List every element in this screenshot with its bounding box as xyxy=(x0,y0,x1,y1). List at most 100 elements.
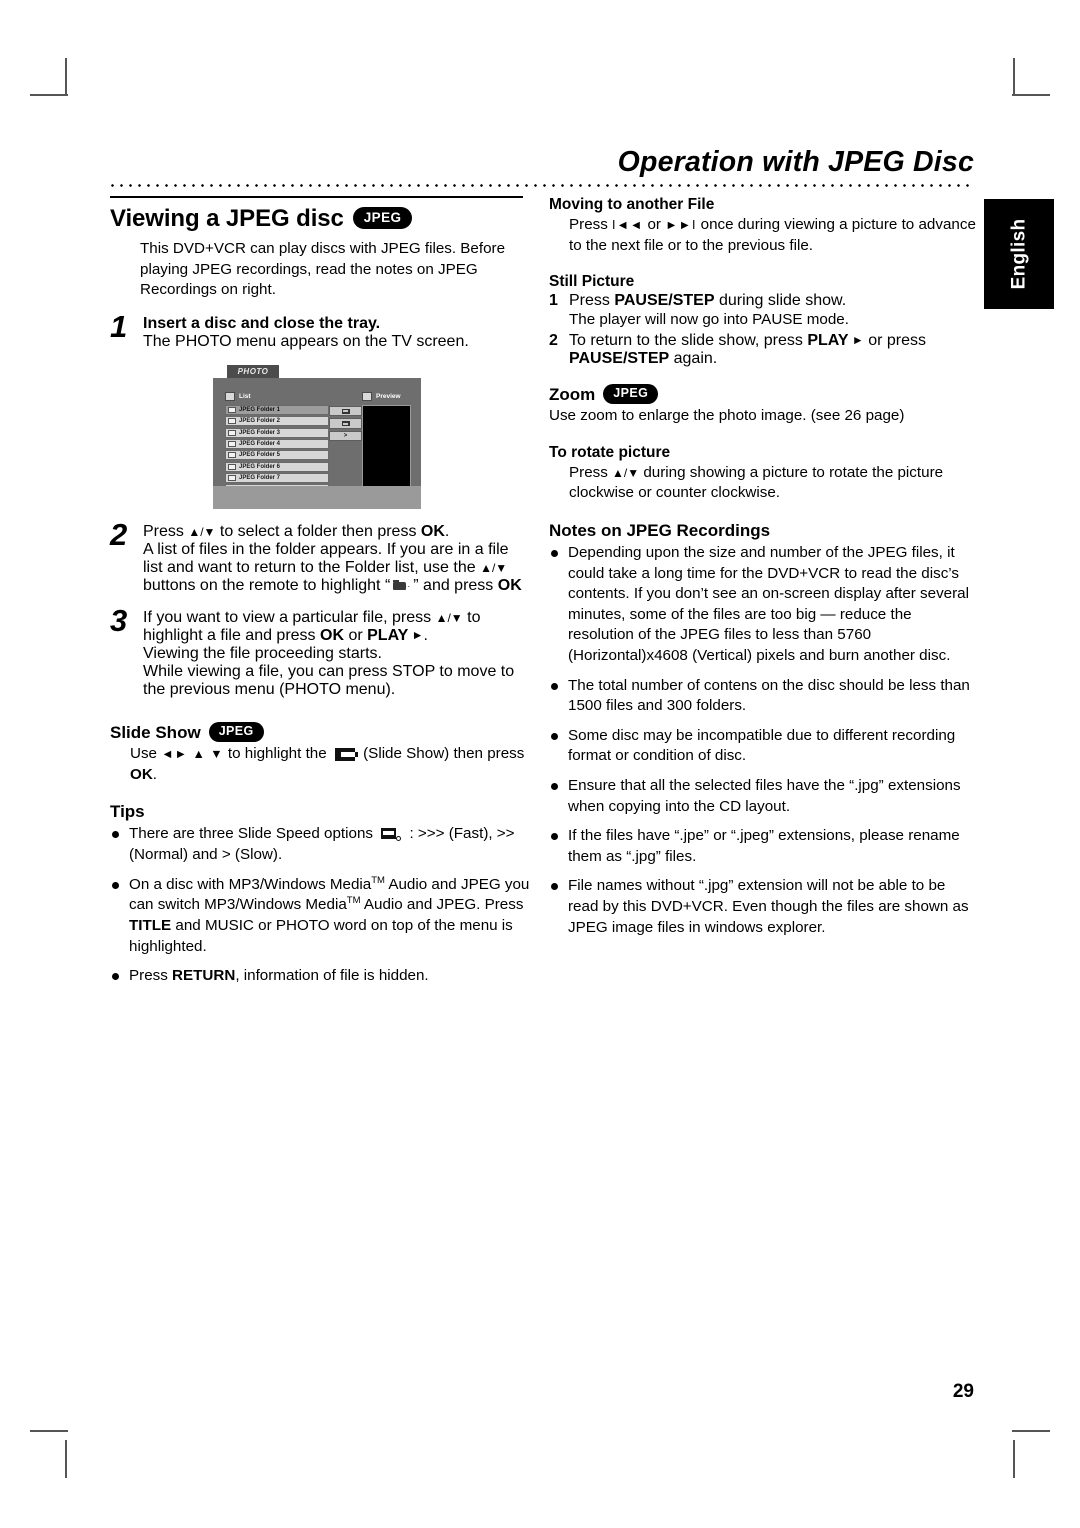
tips-list: There are three Slide Speed options : >>… xyxy=(110,824,530,986)
tip-item-2: On a disc with MP3/Windows MediaTM Audio… xyxy=(110,875,530,958)
rotate-title: To rotate picture xyxy=(549,443,671,461)
ok-key-4: OK xyxy=(130,765,153,783)
folder-icon xyxy=(228,441,236,447)
zoom-title: Zoom xyxy=(549,385,596,405)
section-title: Viewing a JPEG disc JPEG xyxy=(110,205,530,233)
slide-speed-icon xyxy=(381,827,402,841)
language-tab: English xyxy=(984,199,1054,309)
right-column: Moving to another File Press I◄◄ or ►►I … xyxy=(549,196,979,947)
step-3-line-1: If you want to view a particular file, p… xyxy=(143,608,481,644)
osd-button-column: > xyxy=(329,392,362,481)
note-item: Depending upon the size and number of th… xyxy=(549,543,979,667)
osd-folder-row[interactable]: JPEG Folder 6 xyxy=(225,461,329,472)
filmstrip-icon xyxy=(341,408,350,414)
folder-list-icon xyxy=(225,392,235,402)
osd-speed-button[interactable] xyxy=(329,418,362,429)
osd-folder-label: JPEG Folder 3 xyxy=(239,429,281,436)
osd-list-column: List JPEG Folder 1 JPEG Folder 2 JPEG Fold… xyxy=(225,392,329,502)
intro-paragraph: This DVD+VCR can play discs with JPEG fi… xyxy=(140,240,506,299)
slide-show-text: Use ◄► ▲ ▼ to highlight the (Slide Show)… xyxy=(130,745,525,783)
jpeg-badge-zoom: JPEG xyxy=(603,383,659,405)
tips-title: Tips xyxy=(110,802,145,822)
folder-icon xyxy=(228,418,236,425)
osd-folder-label: JPEG Folder 1 xyxy=(239,406,281,413)
osd-folder-row[interactable]: JPEG Folder 1 xyxy=(225,404,329,415)
play-key-2: PLAY xyxy=(807,331,849,349)
section-title-rule xyxy=(110,196,523,198)
slide-show-heading: Slide Show JPEG xyxy=(110,721,530,744)
notes-list: Depending upon the size and number of th… xyxy=(549,543,979,938)
osd-folder-row[interactable]: JPEG Folder 5 xyxy=(225,450,329,461)
crop-mark-top-right-vertical xyxy=(1013,58,1015,96)
tip-item-3: Press RETURN, information of file is hid… xyxy=(110,966,530,987)
step-2: 2 Press ▲/▼ to select a folder then pres… xyxy=(110,519,530,595)
osd-folder-row[interactable]: JPEG Folder 7 xyxy=(225,473,329,484)
step-3-line-3: While viewing a file, you can press STOP… xyxy=(143,662,515,698)
zoom-heading: Zoom JPEG xyxy=(549,383,979,406)
manual-page: Operation with JPEG Disc English Viewing… xyxy=(0,0,1080,1528)
section-title-text: Viewing a JPEG disc xyxy=(110,205,344,232)
pause-step-key: PAUSE/STEP xyxy=(614,292,715,310)
step-1-text: The PHOTO menu appears on the TV screen. xyxy=(143,332,469,350)
language-tab-label: English xyxy=(1008,218,1029,290)
play-key: PLAY xyxy=(367,626,409,644)
osd-folder-row[interactable]: JPEG Folder 4 xyxy=(225,438,329,450)
note-item: The total number of contens on the disc … xyxy=(549,676,979,717)
osd-footer-bar xyxy=(213,485,421,509)
osd-slideshow-button[interactable] xyxy=(329,405,362,417)
pause-step-key-2: PAUSE/STEP xyxy=(569,349,670,367)
preview-icon xyxy=(362,392,372,402)
folder-icon xyxy=(228,463,236,470)
osd-folder-label: JPEG Folder 5 xyxy=(239,452,281,459)
slide-show-title: Slide Show xyxy=(110,723,201,743)
osd-folder-row[interactable]: JPEG Folder 2 xyxy=(225,416,329,427)
ok-key-2: OK xyxy=(497,576,522,594)
updown-arrows-2: ▲/▼ xyxy=(480,560,508,575)
title-key: TITLE xyxy=(129,916,172,934)
header-divider xyxy=(108,184,974,187)
direction-arrows: ◄► ▲ ▼ xyxy=(161,747,224,762)
ok-key-3: OK xyxy=(320,626,344,644)
trademark-2: TM xyxy=(346,895,361,907)
step-2-line-2: A list of files in the folder appears. I… xyxy=(143,540,522,594)
play-triangle-icon: ► xyxy=(408,627,424,642)
step-3-number: 3 xyxy=(110,602,128,638)
still-step-1-sub: The player will now go into PAUSE mode. xyxy=(569,311,849,329)
still-picture-title: Still Picture xyxy=(549,273,635,291)
trademark-1: TM xyxy=(371,874,385,886)
left-column: Viewing a JPEG disc JPEG This DVD+VCR ca… xyxy=(110,196,530,996)
photo-menu-screenshot: PHOTO List JPEG Folder 1 JPEG Folder 2 JPE… xyxy=(213,364,421,509)
step-3: 3 If you want to view a particular file,… xyxy=(110,605,530,699)
osd-preview-header-label: Preview xyxy=(376,393,401,401)
slide-show-icon xyxy=(334,747,358,761)
moving-text: Press I◄◄ or ►►I once during viewing a p… xyxy=(569,216,976,254)
osd-folder-list[interactable]: JPEG Folder 1 JPEG Folder 2 JPEG Folder 3 J… xyxy=(225,404,329,495)
crop-mark-bottom-right-vertical xyxy=(1013,1440,1015,1478)
still-picture-step-2: 2 To return to the slide show, press PLA… xyxy=(549,331,927,367)
step-1: 1 Insert a disc and close the tray. The … xyxy=(110,311,530,351)
folder-up-icon: ·· xyxy=(393,580,410,591)
osd-folder-label: JPEG Folder 7 xyxy=(239,475,281,482)
ok-key: OK xyxy=(420,522,445,540)
note-item: Ensure that all the selected files have … xyxy=(549,776,979,817)
step-2-line-1: Press ▲/▼ to select a folder then press … xyxy=(143,522,450,540)
osd-list-header: List xyxy=(225,392,329,402)
updown-arrows: ▲/▼ xyxy=(188,524,216,539)
play-triangle-icon-2: ► xyxy=(848,332,864,347)
osd-next-button[interactable]: > xyxy=(329,430,362,442)
zoom-text: Use zoom to enlarge the photo image. (se… xyxy=(549,407,905,425)
crop-mark-bottom-right-horizontal xyxy=(1012,1430,1050,1432)
page-number: 29 xyxy=(952,1381,974,1402)
folder-icon xyxy=(228,475,236,482)
moving-heading: Moving to another File xyxy=(549,196,979,214)
moving-title: Moving to another File xyxy=(549,196,715,213)
crop-mark-top-left-horizontal xyxy=(30,94,68,96)
jpeg-badge: JPEG xyxy=(352,206,413,230)
osd-folder-label: JPEG Folder 4 xyxy=(239,441,281,447)
filmstrip-speed-icon xyxy=(341,421,350,427)
osd-folder-row[interactable]: JPEG Folder 3 xyxy=(225,427,329,438)
osd-folder-label: JPEG Folder 2 xyxy=(239,418,281,425)
osd-photo-tab: PHOTO xyxy=(227,364,279,378)
osd-list-header-label: List xyxy=(239,393,251,401)
step-3-line-2: Viewing the file proceeding starts. xyxy=(143,644,382,662)
